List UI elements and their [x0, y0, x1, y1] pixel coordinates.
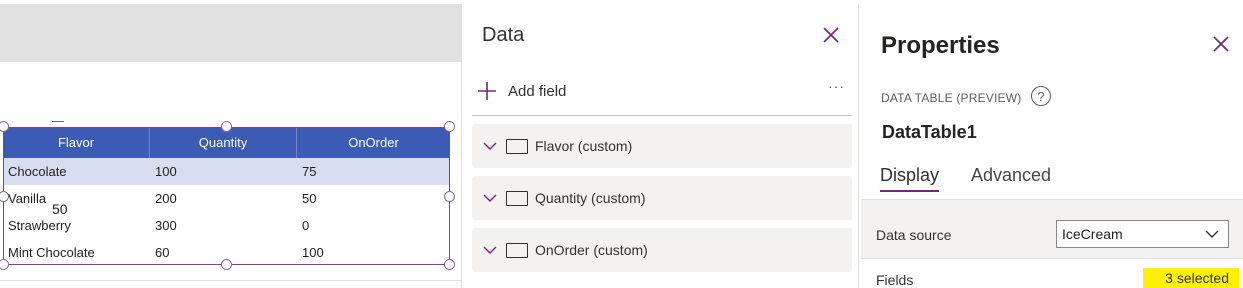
table-cell: 200 — [155, 191, 177, 206]
field-item-flavor[interactable]: Flavor (custom) — [472, 124, 852, 168]
column-header-quantity[interactable]: Quantity — [150, 127, 297, 158]
chevron-down-icon[interactable] — [482, 242, 498, 258]
close-icon[interactable] — [822, 26, 840, 44]
resize-handle-top-right[interactable] — [444, 121, 455, 132]
resize-handle-bottom-left[interactable] — [0, 259, 9, 270]
field-item-quantity[interactable]: Quantity (custom) — [472, 176, 852, 220]
tab-display[interactable]: Display — [880, 165, 939, 186]
field-label: Flavor (custom) — [535, 138, 633, 154]
field-label: Quantity (custom) — [535, 190, 646, 206]
table-row[interactable]: Strawberry 300 0 — [3, 212, 450, 239]
more-options-icon[interactable]: ··· — [828, 78, 845, 94]
canvas-gray-band — [0, 5, 461, 62]
data-source-dropdown[interactable]: IceCream — [1056, 220, 1229, 248]
canvas-area: Flavor Quantity OnOrder Chocolate 100 75… — [0, 0, 461, 288]
resize-handle-right[interactable] — [444, 191, 455, 202]
table-cell: 50 — [302, 191, 317, 206]
table-row[interactable]: Vanilla 200 50 — [3, 185, 450, 212]
help-icon[interactable]: ? — [1031, 86, 1051, 106]
table-cell: 100 — [302, 245, 324, 260]
chevron-down-icon — [1205, 230, 1219, 238]
table-cell: 0 — [302, 218, 310, 233]
resize-handle-top[interactable] — [221, 121, 232, 132]
text-field-icon — [506, 190, 528, 206]
properties-title: Properties — [881, 32, 1000, 59]
data-source-value: IceCream — [1062, 226, 1123, 242]
divider — [472, 115, 852, 116]
data-table[interactable]: Flavor Quantity OnOrder Chocolate 100 75… — [3, 127, 450, 265]
plus-icon — [478, 82, 496, 100]
fields-row[interactable]: Fields 3 selected — [861, 258, 1243, 288]
table-cell: 300 — [155, 218, 177, 233]
properties-section: Data source IceCream Fields 3 selected — [861, 199, 1243, 288]
resize-handle-bottom-right[interactable] — [444, 259, 455, 270]
data-pane: Data Add field ··· Flavor (custom) Quant… — [461, 4, 859, 288]
fields-selected-badge[interactable]: 3 selected — [1143, 268, 1239, 288]
text-field-icon — [506, 138, 528, 154]
close-icon[interactable] — [1212, 35, 1230, 53]
table-cell: Strawberry — [8, 218, 71, 233]
properties-pane: Properties DATA TABLE (PREVIEW) ? DataTa… — [861, 4, 1243, 288]
canvas-bottom-border — [0, 280, 461, 281]
text-field-icon — [506, 242, 528, 258]
data-source-label: Data source — [876, 227, 952, 243]
field-item-onorder[interactable]: OnOrder (custom) — [472, 228, 852, 272]
table-cell: 100 — [155, 164, 177, 179]
field-label: OnOrder (custom) — [535, 242, 648, 258]
control-type-label: DATA TABLE (PREVIEW) — [881, 91, 1022, 105]
table-row[interactable]: Chocolate 100 75 — [3, 158, 450, 185]
column-header-onorder[interactable]: OnOrder — [297, 127, 450, 158]
resize-tick — [52, 121, 64, 126]
fields-label: Fields — [876, 272, 914, 288]
tab-advanced[interactable]: Advanced — [971, 165, 1051, 186]
chevron-down-icon[interactable] — [482, 190, 498, 206]
table-cell: Chocolate — [8, 164, 67, 179]
table-cell: Mint Chocolate — [8, 245, 95, 260]
chevron-down-icon[interactable] — [482, 138, 498, 154]
resize-handle-bottom[interactable] — [221, 259, 232, 270]
control-name[interactable]: DataTable1 — [882, 122, 977, 143]
table-cell: Vanilla — [8, 191, 47, 206]
add-field-label: Add field — [508, 82, 567, 100]
column-header-flavor[interactable]: Flavor — [3, 127, 150, 158]
overlay-value: 50 — [52, 201, 68, 217]
table-cell: 75 — [302, 164, 317, 179]
add-field-button[interactable]: Add field — [476, 80, 566, 102]
active-tab-indicator — [880, 190, 939, 192]
data-pane-title: Data — [482, 24, 525, 46]
